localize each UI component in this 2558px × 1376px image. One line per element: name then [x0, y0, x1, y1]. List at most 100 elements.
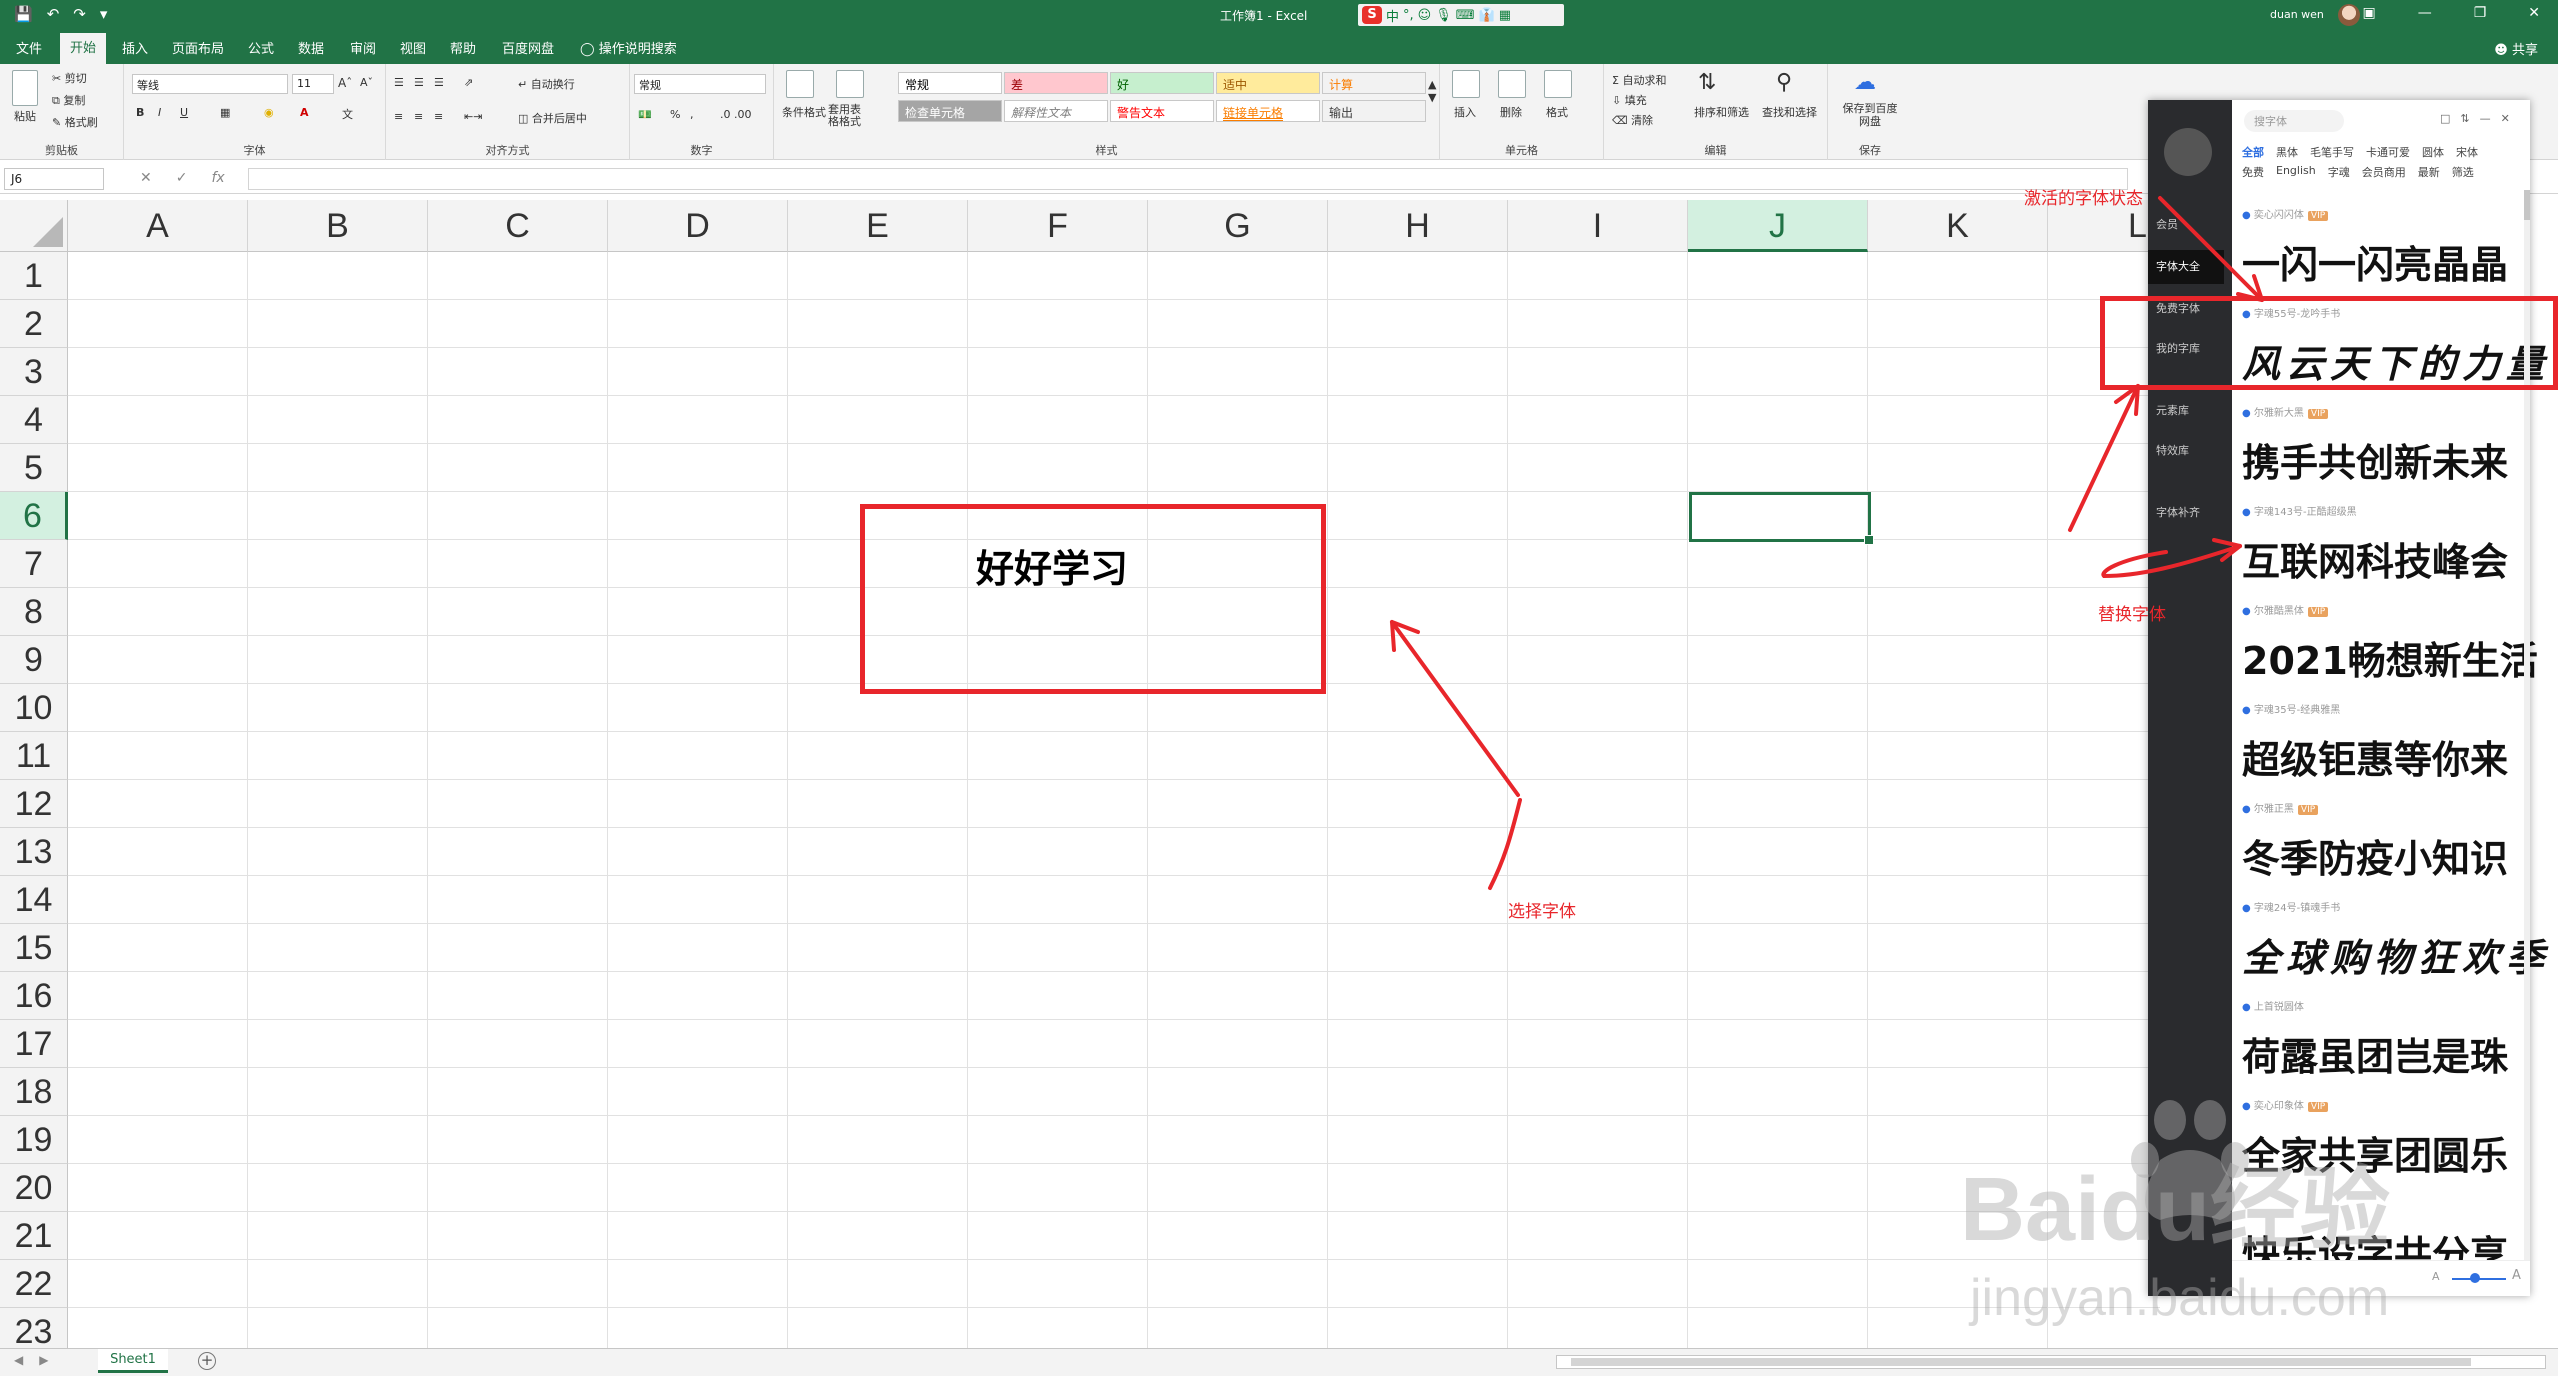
phonetic-icon[interactable]: 文 [342, 106, 353, 122]
scroll-thumb[interactable] [2524, 190, 2530, 220]
sort-filter-icon[interactable]: ⇅ [1698, 70, 1716, 95]
insert-cells-button[interactable]: 插入 [1454, 104, 1476, 120]
select-all-corner[interactable] [0, 200, 68, 252]
font-category-2[interactable]: 毛笔手写 [2310, 144, 2354, 160]
format-painter-button[interactable]: ✎ 格式刷 [52, 114, 98, 130]
font-item[interactable]: ● 字魂24号-镇魂手书 全球购物狂欢季 [2232, 893, 2544, 992]
decimal-icon[interactable]: .0 .00 [720, 108, 752, 121]
style-normal[interactable]: 常规 [898, 72, 1002, 94]
font-category-1[interactable]: English [2276, 164, 2316, 180]
font-sample[interactable]: 荷露虽团岂是珠 [2242, 1026, 2508, 1081]
font-sample[interactable]: 超级钜惠等你来 [2242, 729, 2508, 784]
conditional-format-icon[interactable] [786, 70, 814, 101]
tab-formulas[interactable]: 公式 [248, 38, 274, 57]
share-button[interactable]: ☻ 共享 [2494, 39, 2538, 58]
font-color-icon[interactable]: A [300, 106, 309, 119]
row-header-4[interactable]: 4 [0, 396, 68, 444]
ime-emoji-icon[interactable]: ☺ [1418, 8, 1432, 23]
tab-baidu-pan[interactable]: 百度网盘 [502, 38, 554, 57]
row-header-18[interactable]: 18 [0, 1068, 68, 1116]
fill-color-icon[interactable]: ◉ [264, 106, 274, 119]
column-header-g[interactable]: G [1148, 200, 1328, 252]
row-header-12[interactable]: 12 [0, 780, 68, 828]
row-header-15[interactable]: 15 [0, 924, 68, 972]
font-sample[interactable]: 携手共创新未来 [2242, 432, 2508, 487]
column-header-d[interactable]: D [608, 200, 788, 252]
conditional-format-button[interactable]: 条件格式 [782, 104, 826, 120]
insert-cells-icon[interactable] [1452, 70, 1480, 101]
find-select-icon[interactable]: ⚲ [1776, 70, 1792, 95]
row-header-13[interactable]: 13 [0, 828, 68, 876]
font-category-4[interactable]: 最新 [2418, 164, 2440, 180]
percent-icon[interactable]: % [670, 108, 680, 121]
row-header-1[interactable]: 1 [0, 252, 68, 300]
close-icon[interactable]: ✕ [2528, 5, 2540, 21]
align-left-icon[interactable]: ≡ [394, 110, 403, 123]
font-item[interactable]: ● 字魂143号-正酷超级黑 互联网科技峰会 [2232, 497, 2530, 596]
side-nav-elements[interactable]: 元素库 [2156, 402, 2232, 418]
save-to-baidu-button[interactable]: 保存到百度网盘 [1840, 102, 1900, 128]
font-size-select[interactable]: 11 [292, 74, 334, 94]
undo-icon[interactable]: ↶ [47, 5, 60, 23]
ime-mic-icon[interactable]: 🎙 [1435, 8, 1452, 23]
font-category-5[interactable]: 宋体 [2456, 144, 2478, 160]
column-header-e[interactable]: E [788, 200, 968, 252]
side-nav-effects[interactable]: 特效库 [2156, 442, 2232, 458]
minimize-panel-icon[interactable]: — [2480, 112, 2491, 125]
close-panel-icon[interactable]: ✕ [2501, 112, 2510, 125]
column-header-a[interactable]: A [68, 200, 248, 252]
paste-icon[interactable] [12, 70, 38, 109]
align-right-icon[interactable]: ≡ [434, 110, 443, 123]
font-sample[interactable]: 全球购物狂欢季 [2242, 927, 2550, 982]
font-item[interactable]: ● 奕心闪闪体 VIP 一闪一闪亮晶晶 [2232, 200, 2530, 299]
tab-file[interactable]: 文件 [16, 38, 42, 57]
window-icon[interactable]: □ [2440, 112, 2450, 125]
style-explanatory[interactable]: 解释性文本 [1004, 100, 1108, 122]
align-bottom-icon[interactable]: ☰ [434, 76, 444, 89]
font-category-2[interactable]: 字魂 [2328, 164, 2350, 180]
customize-qat-icon[interactable]: ▾ [100, 5, 108, 23]
cut-button[interactable]: ✂ 剪切 [52, 70, 87, 86]
copy-button[interactable]: ⧉ 复制 [52, 92, 85, 108]
add-sheet-icon[interactable]: + [198, 1352, 216, 1370]
underline-icon[interactable]: U [180, 106, 188, 119]
row-header-8[interactable]: 8 [0, 588, 68, 636]
side-nav-vip[interactable]: 会员 [2156, 216, 2232, 232]
tab-home[interactable]: 开始 [60, 33, 107, 64]
font-sample[interactable]: 冬季防疫小知识 [2242, 828, 2508, 883]
font-name-select[interactable]: 等线 [132, 74, 288, 94]
style-neutral[interactable]: 适中 [1216, 72, 1320, 94]
column-header-k[interactable]: K [1868, 200, 2048, 252]
side-nav-font-fill[interactable]: 字体补齐 [2156, 504, 2232, 520]
sheet-tab-sheet1[interactable]: Sheet1 [98, 1349, 168, 1373]
style-linked-cell[interactable]: 链接单元格 [1216, 100, 1320, 122]
row-header-7[interactable]: 7 [0, 540, 68, 588]
ime-toolbar[interactable]: S 中 °, ☺ 🎙 ⌨ 👔 ▦ [1358, 4, 1564, 26]
row-header-23[interactable]: 23 [0, 1308, 68, 1348]
sort-filter-button[interactable]: 排序和筛选 [1694, 104, 1749, 120]
redo-icon[interactable]: ↷ [73, 5, 86, 23]
baidu-cloud-icon[interactable]: ☁ [1854, 70, 1876, 95]
ime-skin-icon[interactable]: 👔 [1479, 8, 1495, 23]
ime-keyboard-icon[interactable]: ⌨ [1456, 8, 1475, 23]
autosum-button[interactable]: Σ 自动求和 [1612, 72, 1666, 88]
format-table-button[interactable]: 套用表格格式 [828, 104, 868, 128]
fill-button[interactable]: ⇩ 填充 [1612, 92, 1647, 108]
active-cell-j6[interactable] [1689, 492, 1874, 545]
comma-icon[interactable]: , [690, 108, 694, 121]
row-header-14[interactable]: 14 [0, 876, 68, 924]
row-header-16[interactable]: 16 [0, 972, 68, 1020]
font-category-4[interactable]: 圆体 [2422, 144, 2444, 160]
tab-view[interactable]: 视图 [400, 38, 426, 57]
font-item[interactable]: ● 尔雅正黑 VIP 冬季防疫小知识 [2232, 794, 2530, 893]
border-icon[interactable]: ▦ [220, 106, 230, 119]
sheet-nav-icon[interactable]: ◀▶ [14, 1353, 64, 1367]
column-header-b[interactable]: B [248, 200, 428, 252]
grow-font-icon[interactable]: Aˆ [338, 76, 352, 90]
style-check-cell[interactable]: 检查单元格 [898, 100, 1002, 122]
row-header-22[interactable]: 22 [0, 1260, 68, 1308]
minimize-icon[interactable]: — [2418, 5, 2432, 21]
row-header-11[interactable]: 11 [0, 732, 68, 780]
font-sample[interactable]: 互联网科技峰会 [2242, 531, 2508, 586]
horizontal-scrollbar[interactable] [1556, 1355, 2546, 1369]
